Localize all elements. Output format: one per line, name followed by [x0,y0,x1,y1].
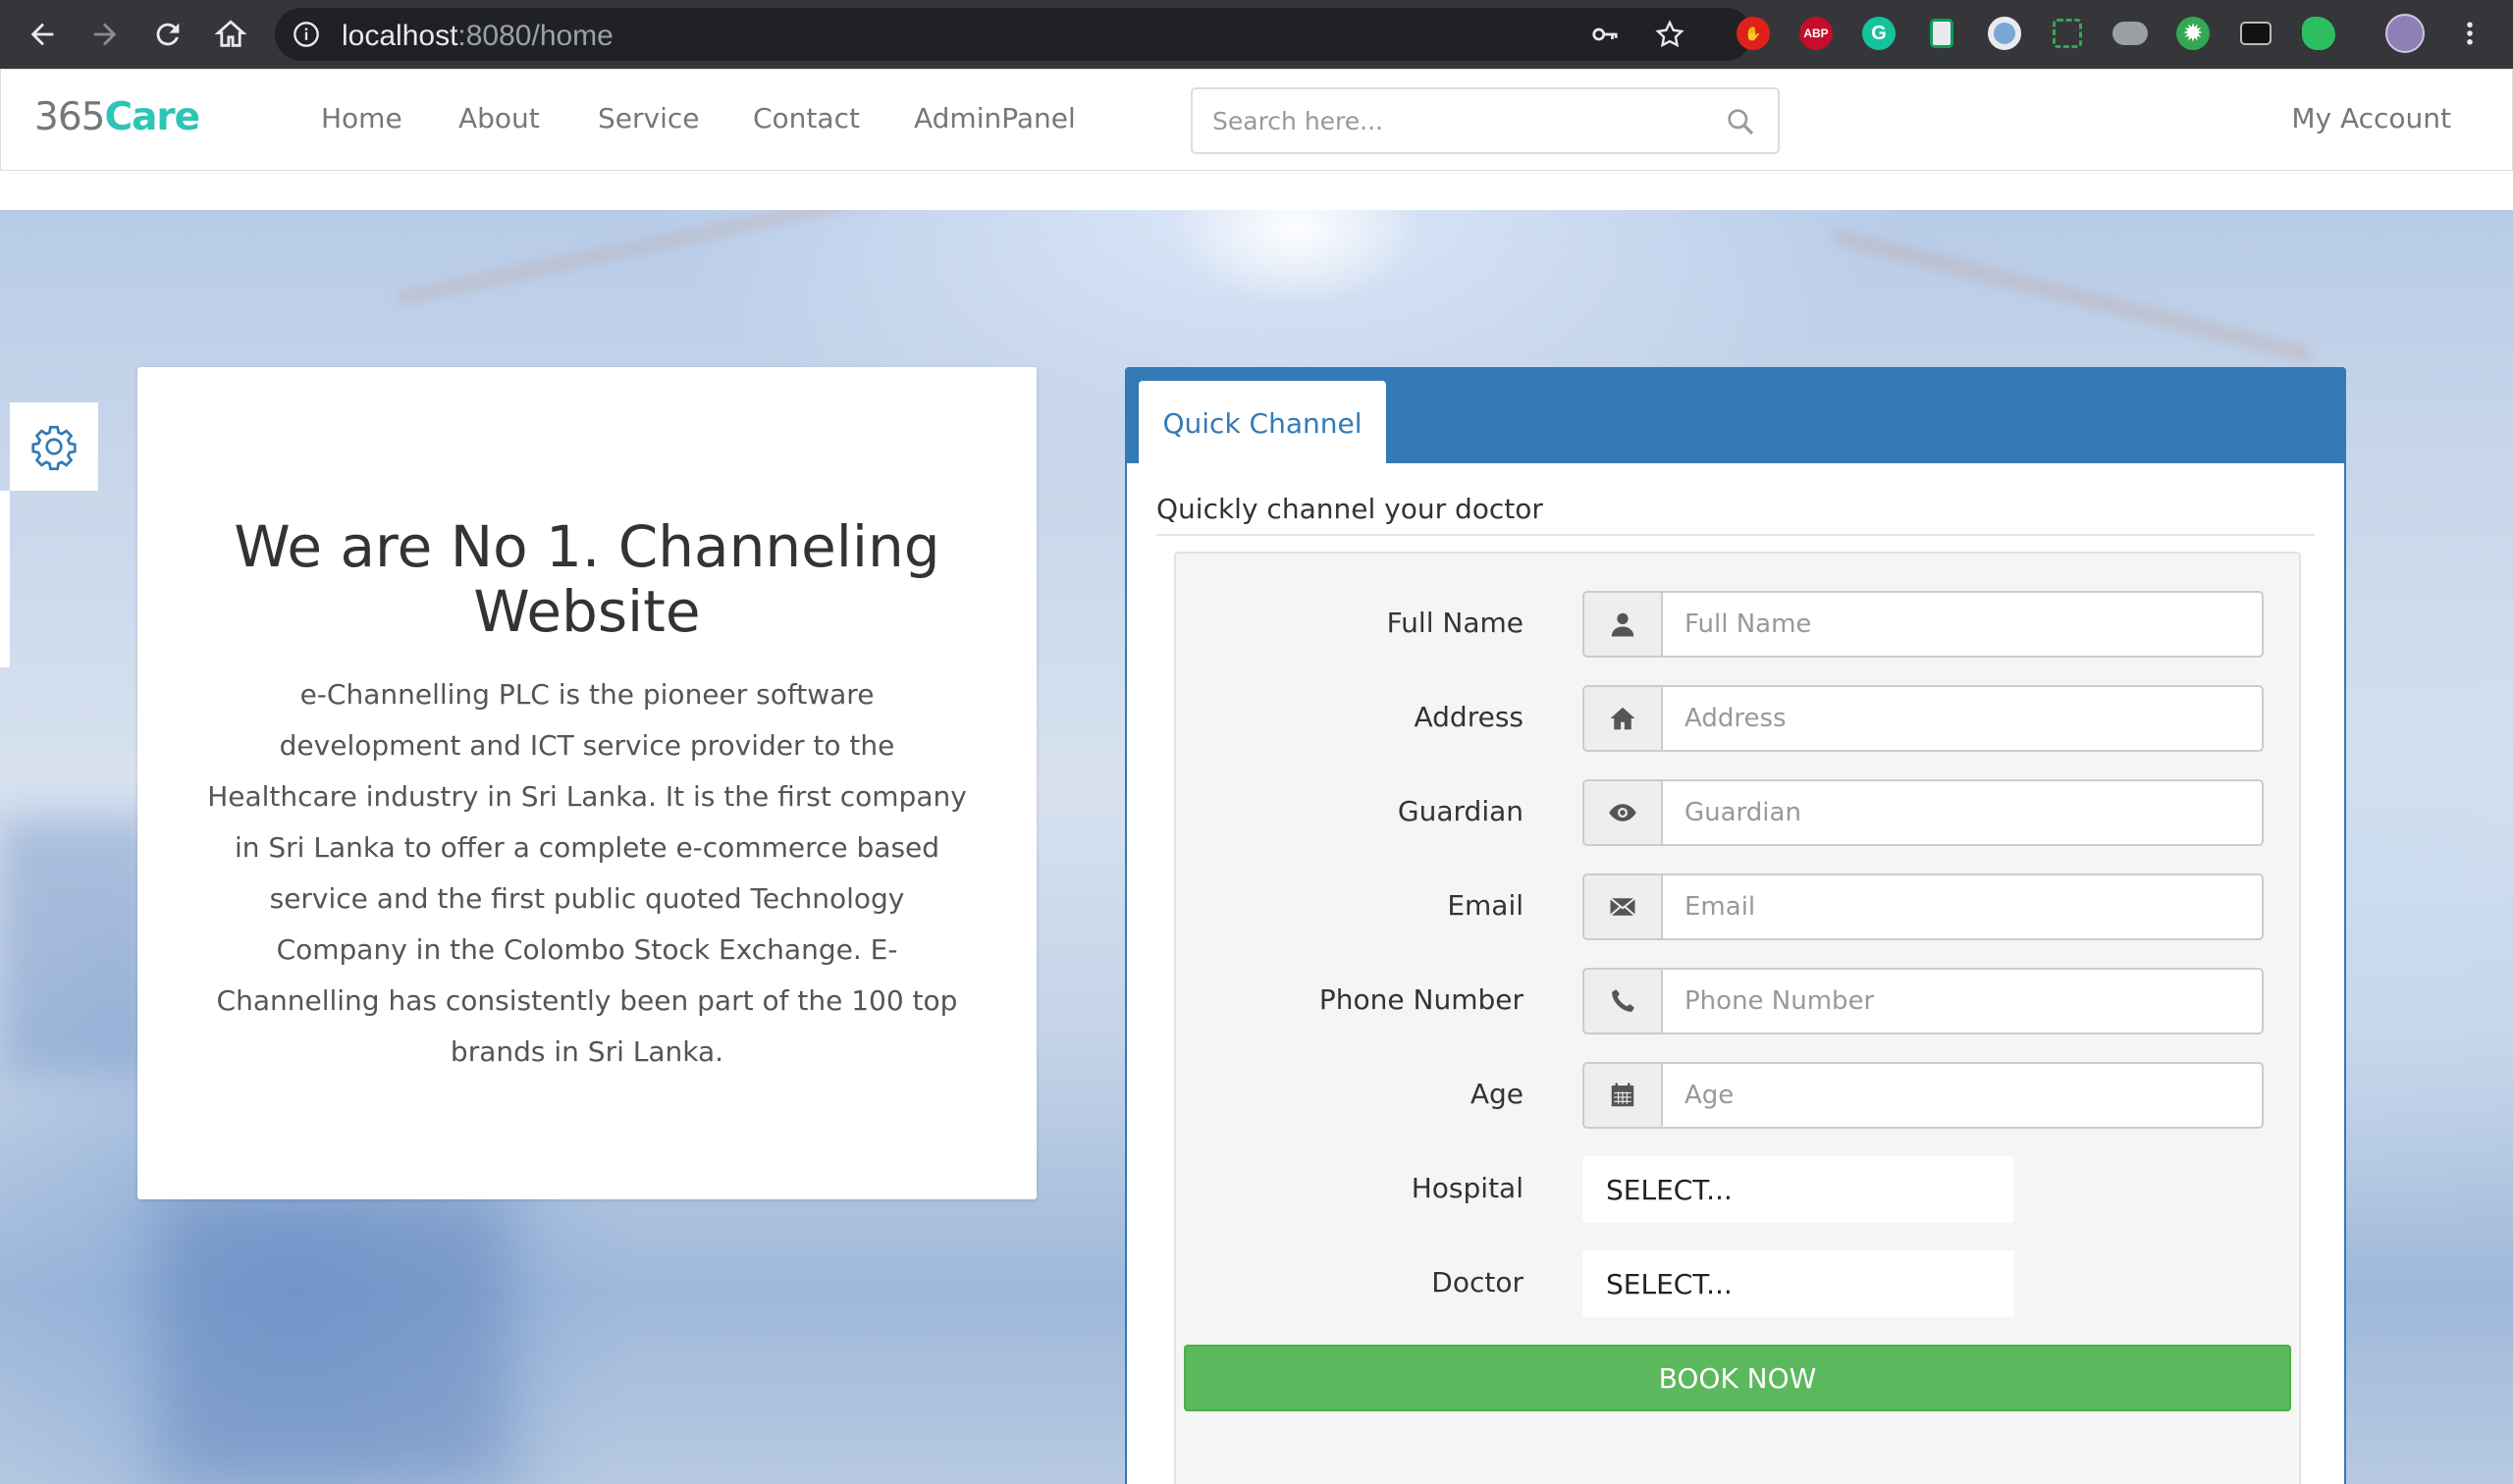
email-input[interactable] [1661,874,2264,940]
search-input[interactable] [1212,101,1723,140]
reload-button[interactable] [145,12,190,57]
form-row-guardian: Guardian [1176,779,2299,846]
hospital-label: Hospital [1411,1172,1524,1204]
book-now-button[interactable]: BOOK NOW [1184,1345,2291,1411]
back-button[interactable] [20,12,65,57]
intro-description: e-Channelling PLC is the pioneer softwar… [207,678,967,1068]
booking-form: Full Name Address Guardian Email [1174,552,2301,1484]
home-button[interactable] [208,12,253,57]
background-decor [157,1192,510,1484]
guardian-label: Guardian [1397,795,1524,827]
browser-menu-button[interactable] [2450,14,2489,53]
bookmark-star-icon[interactable] [1654,19,1685,50]
key-icon[interactable] [1590,20,1620,49]
guardian-group [1582,779,2264,846]
home-icon [1582,685,1661,752]
address-label: Address [1414,701,1524,733]
nav-service[interactable]: Service [598,102,699,134]
user-icon [1582,591,1661,658]
quick-channel-panel: Quick Channel Quickly channel your docto… [1125,367,2346,1484]
background-decor [397,210,899,304]
address-group [1582,685,2264,752]
form-row-full-name: Full Name [1176,591,2299,658]
form-row-email: Email [1176,874,2299,940]
nav-adminpanel[interactable]: AdminPanel [914,102,1076,134]
phone-label: Phone Number [1318,983,1524,1016]
intro-title: We are No 1. Channeling Website [234,513,940,645]
brand-prefix: 365 [34,95,105,139]
profile-avatar[interactable] [2385,14,2425,53]
email-label: Email [1447,889,1524,922]
browser-toolbar: localhost:8080/home ✋ ABP G ✹ [0,0,2513,69]
panel-subtitle: Quickly channel your doctor [1156,493,2315,536]
age-label: Age [1470,1078,1524,1110]
address-bar[interactable]: localhost:8080/home [275,8,1752,61]
cloud-extension-icon[interactable] [2111,14,2150,53]
docs-icon[interactable] [1922,14,1961,53]
home-outline-icon [214,20,247,47]
abp-label: ABP [1799,17,1833,50]
background-decor [0,819,157,1074]
my-account-link[interactable]: My Account [2291,102,2451,134]
form-row-phone: Phone Number [1176,968,2299,1034]
search-box [1191,87,1780,154]
age-group [1582,1062,2264,1129]
age-input[interactable] [1661,1062,2264,1129]
settings-toggle[interactable] [10,402,98,491]
full-name-group [1582,591,2264,658]
calendar-icon [1582,1062,1661,1129]
envelope-icon [1582,874,1661,940]
evernote-icon[interactable] [2299,14,2338,53]
url-host: localhost [342,20,458,52]
background-decor [1831,229,2312,362]
panel-header: Quick Channel [1127,369,2344,465]
forward-arrow-icon [93,23,117,46]
brand-accent: Care [104,95,200,139]
full-name-input[interactable] [1661,591,2264,658]
hospital-select[interactable]: SELECT... [1582,1156,2014,1223]
email-group [1582,874,2264,940]
circle-extension-icon[interactable] [1985,14,2024,53]
reload-icon [156,23,180,46]
settings-panel-edge [0,491,10,667]
doctor-select[interactable]: SELECT... [1582,1250,2014,1317]
gear-extension-icon[interactable]: ✹ [2173,14,2213,53]
nav-about[interactable]: About [458,102,540,134]
site-navbar: 365Care Home About Service Contact Admin… [0,69,2513,171]
adblock-icon[interactable]: ✋ [1734,14,1773,53]
phone-icon [1582,968,1661,1034]
full-name-label: Full Name [1386,607,1524,639]
nav-contact[interactable]: Contact [753,102,860,134]
phone-input[interactable] [1661,968,2264,1034]
forward-button[interactable] [82,12,128,57]
terminal-icon[interactable] [2236,14,2275,53]
doctor-label: Doctor [1431,1266,1524,1298]
url-text[interactable]: localhost:8080/home [342,20,614,53]
form-row-age: Age [1176,1062,2299,1129]
form-row-doctor: Doctor SELECT... [1176,1250,2299,1317]
guardian-input[interactable] [1661,779,2264,846]
brand-logo[interactable]: 365Care [34,95,200,139]
search-icon[interactable] [1725,106,1756,137]
intro-card: We are No 1. Channeling Website e-Channe… [137,367,1037,1199]
kebab-menu-icon [2467,22,2473,45]
eye-icon [1582,779,1661,846]
tab-quick-channel[interactable]: Quick Channel [1139,381,1386,465]
grammarly-icon[interactable]: G [1859,14,1898,53]
nav-home[interactable]: Home [321,102,402,134]
form-row-address: Address [1176,685,2299,752]
grammarly-label: G [1862,17,1896,50]
back-arrow-icon [30,23,54,46]
address-input[interactable] [1661,685,2264,752]
form-row-hospital: Hospital SELECT... [1176,1156,2299,1223]
abp-icon[interactable]: ABP [1796,14,1836,53]
url-path: :8080/home [457,20,614,52]
screenshot-icon[interactable] [2048,14,2087,53]
gear-icon [31,425,77,471]
info-icon[interactable] [293,21,320,48]
phone-group [1582,968,2264,1034]
